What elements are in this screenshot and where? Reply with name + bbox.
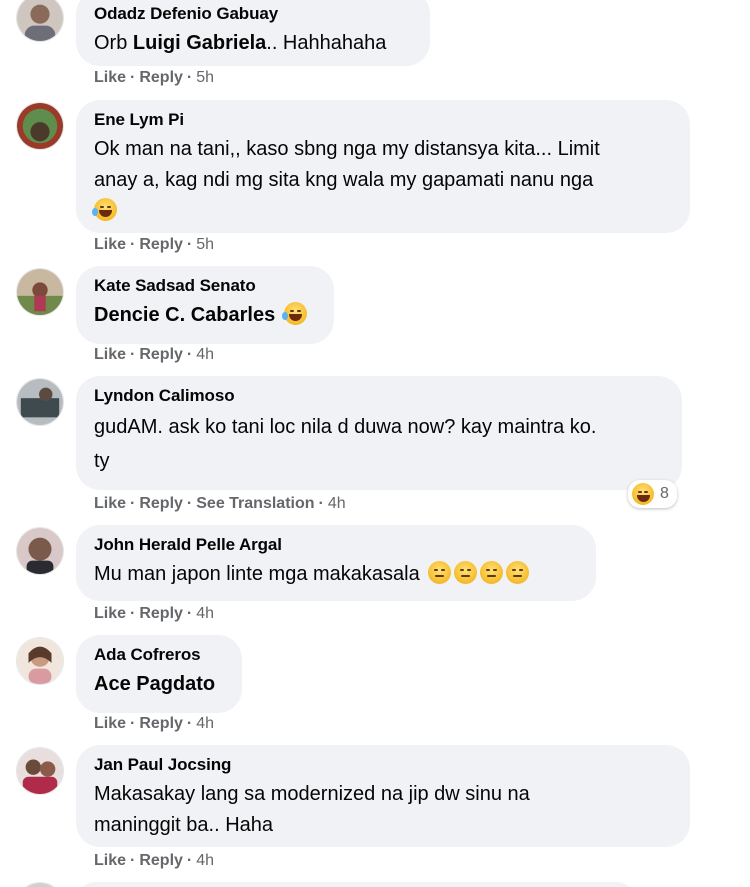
comment-thread: Odadz Defenio Gabuay Orb Luigi Gabriela.…	[0, 0, 750, 887]
comment-line: Mu man japon linte mga makakasala	[94, 563, 420, 585]
like-button[interactable]: Like	[94, 852, 126, 869]
author-name[interactable]: Lyndon Calimoso	[94, 386, 664, 406]
comment-bubble: Lyndon Calimoso gudAM. ask ko tani loc n…	[76, 376, 682, 490]
avatar[interactable]	[16, 747, 64, 795]
comment-text: gudAM. ask ko tani loc nila d duwa now? …	[94, 410, 664, 478]
like-button[interactable]: Like	[94, 495, 126, 512]
comment-actions: Like · Reply · 4h	[94, 714, 214, 734]
comment-line: anay a, kag ndi mg sita kng wala my gapa…	[94, 169, 594, 191]
comment-actions: Like · Reply · 4h	[94, 851, 214, 871]
timestamp[interactable]: 4h	[196, 346, 214, 363]
author-name[interactable]: Ene Lym Pi	[94, 110, 672, 130]
comment-text-prefix: Orb	[94, 32, 133, 54]
author-name[interactable]: Kate Sadsad Senato	[94, 276, 316, 296]
reply-button[interactable]: Reply	[139, 346, 183, 363]
separator: ·	[130, 495, 136, 512]
reply-button[interactable]: Reply	[139, 605, 183, 622]
separator: ·	[130, 715, 136, 732]
separator: ·	[186, 852, 193, 869]
comment-text: Dencie C. Cabarles	[94, 300, 316, 331]
separator: ·	[130, 852, 136, 869]
comment-bubble: Odadz Defenio Gabuay Orb Luigi Gabriela.…	[76, 0, 430, 66]
separator: ·	[130, 236, 136, 253]
author-name[interactable]: Odadz Defenio Gabuay	[94, 4, 412, 24]
comment-bubble: Ada Cofreros Ace Pagdato	[76, 635, 242, 713]
comment-actions: Like · Reply · 5h	[94, 235, 214, 255]
like-button[interactable]: Like	[94, 346, 126, 363]
reaction-count: 8	[660, 485, 669, 502]
comment-actions: Like · Reply · 4h	[94, 345, 214, 365]
separator: ·	[130, 346, 136, 363]
comment-bubble: Ene Lym Pi Ok man na tani,, kaso sbng ng…	[76, 100, 690, 233]
comment-actions: Like · Reply · 5h	[94, 68, 214, 88]
comment-bubble: Jan Paul Jocsing Makasakay lang sa moder…	[76, 745, 690, 847]
rolling-laughing-icon	[92, 198, 117, 221]
author-name[interactable]: John Herald Pelle Argal	[94, 535, 578, 555]
expressionless-icon	[506, 561, 530, 584]
reply-button[interactable]: Reply	[139, 852, 183, 869]
comment-actions: Like · Reply · 4h	[94, 604, 214, 624]
separator: ·	[318, 495, 324, 512]
separator: ·	[130, 605, 136, 622]
separator: ·	[186, 236, 193, 253]
expressionless-icon	[480, 561, 504, 584]
see-translation-link[interactable]: See Translation	[196, 495, 314, 512]
timestamp[interactable]: 4h	[196, 715, 214, 732]
separator: ·	[186, 605, 193, 622]
mention-link[interactable]: Ace Pagdato	[94, 673, 215, 695]
mention-link[interactable]: Luigi Gabriela	[133, 32, 266, 54]
expressionless-icon	[454, 561, 478, 584]
author-name[interactable]: Jan Paul Jocsing	[94, 755, 672, 775]
avatar[interactable]	[16, 527, 64, 575]
timestamp[interactable]: 5h	[196, 69, 214, 86]
separator: ·	[130, 69, 136, 86]
like-button[interactable]: Like	[94, 236, 126, 253]
separator: ·	[186, 715, 193, 732]
comment-text: Ace Pagdato	[94, 669, 224, 700]
separator: ·	[186, 69, 193, 86]
separator: ·	[186, 346, 193, 363]
avatar[interactable]	[16, 882, 64, 887]
reply-button[interactable]: Reply	[139, 236, 183, 253]
reply-button[interactable]: Reply	[139, 69, 183, 86]
mention-link[interactable]: Dencie C. Cabarles	[94, 304, 275, 326]
comment-bubble	[76, 882, 636, 887]
timestamp[interactable]: 4h	[328, 495, 346, 512]
like-button[interactable]: Like	[94, 715, 126, 732]
avatar[interactable]	[16, 102, 64, 150]
comment-text: Orb Luigi Gabriela.. Hahhahaha	[94, 28, 412, 59]
comment-line: Makasakay lang sa modernized na jip dw s…	[94, 783, 530, 805]
comment-line: gudAM. ask ko tani loc nila d duwa now? …	[94, 416, 597, 438]
avatar[interactable]	[16, 637, 64, 685]
avatar[interactable]	[16, 0, 64, 42]
comment-line: maninggit ba.. Haha	[94, 814, 274, 836]
comment-text: Makasakay lang sa modernized na jip dw s…	[94, 779, 672, 841]
avatar[interactable]	[16, 268, 64, 316]
avatar[interactable]	[16, 378, 64, 426]
comment-actions: Like · Reply · See Translation · 4h	[94, 494, 346, 514]
like-button[interactable]: Like	[94, 69, 126, 86]
reply-button[interactable]: Reply	[139, 715, 183, 732]
reply-button[interactable]: Reply	[139, 495, 183, 512]
comment-text: Ok man na tani,, kaso sbng nga my distan…	[92, 134, 672, 227]
author-name[interactable]: Ada Cofreros	[94, 645, 224, 665]
comment-bubble: Kate Sadsad Senato Dencie C. Cabarles	[76, 266, 334, 344]
comment-text: Mu man japon linte mga makakasala	[94, 559, 578, 590]
timestamp[interactable]: 4h	[196, 605, 214, 622]
reaction-summary[interactable]: 8	[628, 480, 677, 508]
comment-text-suffix: .. Hahhahaha	[266, 32, 387, 54]
like-button[interactable]: Like	[94, 605, 126, 622]
timestamp[interactable]: 5h	[196, 236, 214, 253]
comment-line: ty	[94, 450, 110, 472]
joy-icon	[281, 302, 307, 325]
separator: ·	[186, 495, 193, 512]
comment-line: Ok man na tani,, kaso sbng nga my distan…	[94, 138, 600, 160]
comment-bubble: John Herald Pelle Argal Mu man japon lin…	[76, 525, 596, 601]
expressionless-icon	[428, 561, 452, 584]
timestamp[interactable]: 4h	[196, 852, 214, 869]
haha-reaction-icon	[632, 483, 654, 505]
